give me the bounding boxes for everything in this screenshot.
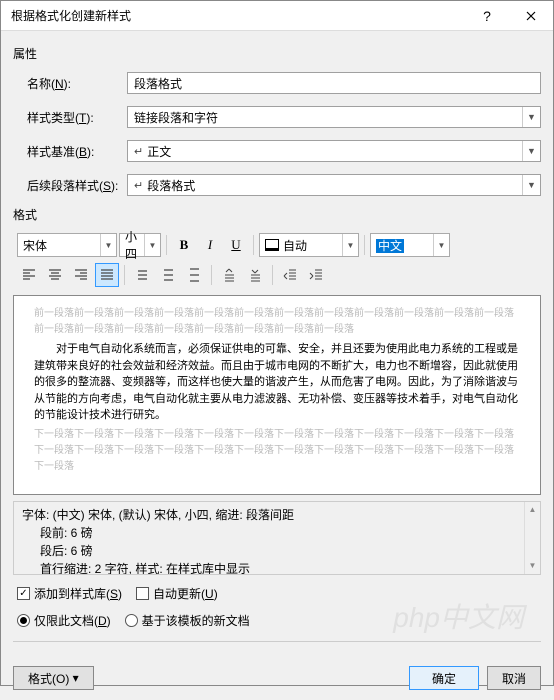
close-icon — [526, 11, 536, 21]
increase-space-before-button[interactable] — [217, 263, 241, 287]
auto-update-checkbox[interactable]: 自动更新(U) — [136, 585, 218, 602]
chevron-down-icon: ▼ — [144, 234, 160, 256]
style-type-label: 样式类型(T): — [27, 109, 127, 126]
font-combo[interactable]: 宋体 ▼ — [17, 233, 117, 257]
desc-line: 首行缩进: 2 字符, 样式: 在样式库中显示 — [22, 560, 532, 575]
properties-section-label: 属性 — [13, 45, 541, 62]
close-button[interactable] — [509, 1, 553, 31]
line-spacing-2-button[interactable] — [182, 263, 206, 287]
format-button[interactable]: 格式(O) ▾ — [13, 666, 94, 690]
help-button[interactable]: ? — [465, 1, 509, 31]
scrollbar[interactable]: ▲▼ — [524, 502, 540, 574]
font-color-combo[interactable]: 自动 ▼ — [259, 233, 359, 257]
chevron-down-icon: ▼ — [522, 107, 540, 127]
titlebar: 根据格式化创建新样式 ? — [1, 1, 553, 31]
ok-button[interactable]: 确定 — [409, 666, 479, 690]
underline-button[interactable]: U — [224, 233, 248, 257]
line-spacing-1-button[interactable] — [130, 263, 154, 287]
template-radio[interactable]: 基于该模板的新文档 — [125, 612, 250, 629]
italic-button[interactable]: I — [198, 233, 222, 257]
name-input[interactable] — [127, 72, 541, 94]
desc-line: 段前: 6 磅 — [22, 524, 532, 542]
chevron-down-icon: ▼ — [433, 234, 449, 256]
based-on-combo[interactable]: ↵正文 ▼ — [127, 140, 541, 162]
preview-before-text: 前一段落前一段落前一段落前一段落前一段落前一段落前一段落前一段落前一段落前一段落… — [34, 306, 520, 338]
style-type-combo[interactable]: 链接段落和字符 ▼ — [127, 106, 541, 128]
align-center-button[interactable] — [43, 263, 67, 287]
chevron-down-icon: ▼ — [342, 234, 358, 256]
cancel-button[interactable]: 取消 — [487, 666, 541, 690]
based-on-label: 样式基准(B): — [27, 143, 127, 160]
chevron-down-icon: ▼ — [522, 141, 540, 161]
align-justify-button[interactable] — [95, 263, 119, 287]
add-to-gallery-checkbox[interactable]: ✓ 添加到样式库(S) — [17, 585, 122, 602]
chevron-down-icon: ▼ — [522, 175, 540, 195]
increase-indent-button[interactable] — [304, 263, 328, 287]
language-combo[interactable]: 中文 ▼ — [370, 233, 450, 257]
preview-area: 前一段落前一段落前一段落前一段落前一段落前一段落前一段落前一段落前一段落前一段落… — [13, 295, 541, 495]
decrease-space-before-button[interactable] — [243, 263, 267, 287]
decrease-indent-button[interactable] — [278, 263, 302, 287]
align-left-button[interactable] — [17, 263, 41, 287]
name-label: 名称(N): — [27, 75, 127, 92]
desc-line: 字体: (中文) 宋体, (默认) 宋体, 小四, 缩进: 段落间距 — [22, 506, 532, 524]
desc-line: 段后: 6 磅 — [22, 542, 532, 560]
following-style-combo[interactable]: ↵段落格式 ▼ — [127, 174, 541, 196]
paragraph-icon: ↵ — [134, 179, 143, 192]
following-style-label: 后续段落样式(S): — [27, 177, 127, 194]
chevron-down-icon: ▼ — [100, 234, 116, 256]
dialog-window: 根据格式化创建新样式 ? 属性 名称(N): 样式类型(T): 链接段落和字符 … — [0, 0, 554, 686]
paragraph-icon: ↵ — [134, 145, 143, 158]
align-right-button[interactable] — [69, 263, 93, 287]
preview-sample-text: 对于电气自动化系统而言，必须保证供电的可靠、安全，并且还要为使用此电力系统的工程… — [34, 341, 520, 424]
bold-button[interactable]: B — [172, 233, 196, 257]
this-document-radio[interactable]: 仅限此文档(D) — [17, 612, 111, 629]
dialog-buttons: 格式(O) ▾ 确定 取消 — [1, 660, 553, 700]
preview-after-text: 下一段落下一段落下一段落下一段落下一段落下一段落下一段落下一段落下一段落下一段落… — [34, 427, 520, 475]
format-toolbar: 宋体 ▼ 小四 ▼ B I U 自动 ▼ 中文 ▼ — [13, 233, 541, 257]
color-swatch-icon — [265, 239, 279, 251]
style-description: 字体: (中文) 宋体, (默认) 宋体, 小四, 缩进: 段落间距 段前: 6… — [13, 501, 541, 575]
dialog-title: 根据格式化创建新样式 — [11, 7, 465, 24]
paragraph-toolbar — [13, 263, 541, 287]
line-spacing-15-button[interactable] — [156, 263, 180, 287]
format-section-label: 格式 — [13, 206, 541, 223]
font-size-combo[interactable]: 小四 ▼ — [119, 233, 161, 257]
